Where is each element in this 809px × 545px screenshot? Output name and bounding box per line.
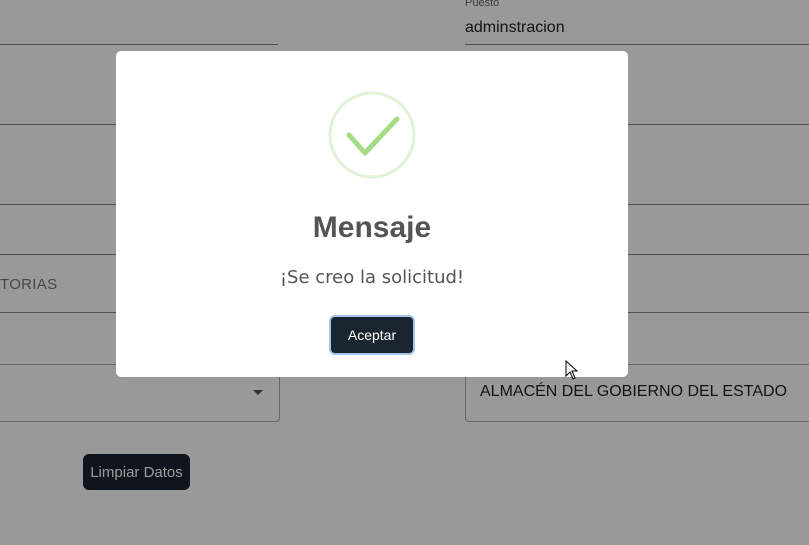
dialog-title: Mensaje — [312, 211, 432, 244]
message-dialog: Mensaje ¡Se creo la solicitud! Aceptar — [116, 51, 628, 377]
mouse-cursor-icon — [565, 360, 579, 380]
success-check-icon — [328, 91, 416, 179]
dialog-message: ¡Se creo la solicitud! — [279, 267, 465, 288]
accept-button[interactable]: Aceptar — [331, 317, 413, 353]
